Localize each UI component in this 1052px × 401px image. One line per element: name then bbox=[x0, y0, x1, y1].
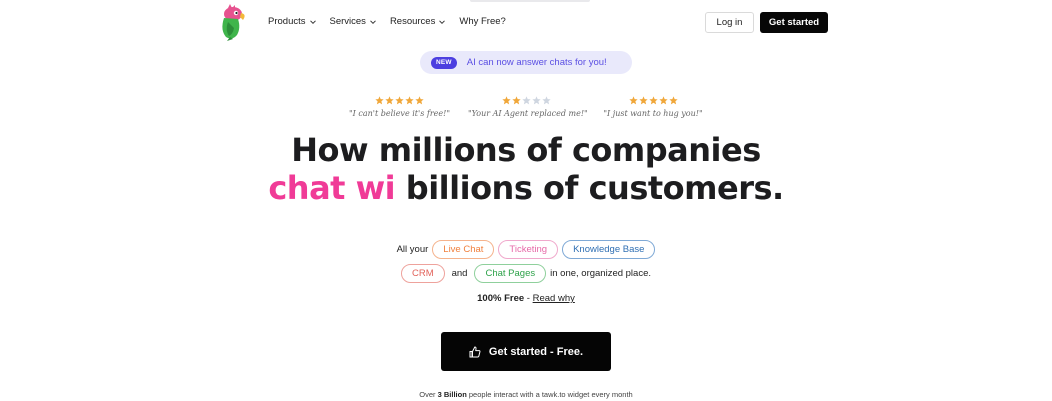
parrot-logo-icon[interactable] bbox=[216, 4, 248, 41]
menu-services[interactable]: Services bbox=[330, 16, 377, 27]
bottom-note-after: people interact with a tawk.to widget ev… bbox=[466, 390, 633, 399]
star-filled-icon bbox=[638, 96, 648, 105]
menu-why-free[interactable]: Why Free? bbox=[459, 16, 505, 27]
chip-live-chat[interactable]: Live Chat bbox=[432, 240, 495, 259]
star-filled-icon bbox=[395, 96, 404, 105]
new-badge: NEW bbox=[431, 56, 457, 69]
chip-chat-pages[interactable]: Chat Pages bbox=[474, 264, 547, 283]
features-prefix: All your bbox=[396, 244, 429, 255]
menu-products[interactable]: Products bbox=[268, 16, 317, 27]
menu-services-label: Services bbox=[329, 16, 366, 27]
free-label: 100% Free bbox=[477, 293, 525, 304]
star-filled-icon bbox=[628, 96, 638, 105]
review-3: "I just want to hug you!" bbox=[597, 96, 709, 118]
review-quote: "Your AI Agent replaced me!" bbox=[468, 109, 588, 118]
star-filled-icon bbox=[511, 96, 521, 105]
review-quote: "I just want to hug you!" bbox=[603, 109, 703, 118]
thumbs-up-icon bbox=[469, 346, 481, 357]
chevron-down-icon bbox=[309, 19, 316, 24]
read-why-link[interactable]: Read why bbox=[533, 293, 575, 304]
star-filled-icon bbox=[658, 96, 668, 105]
features-suffix: in one, organized place. bbox=[550, 268, 652, 279]
hero-heading-line-1: How millions of companies bbox=[291, 131, 761, 169]
chevron-down-icon bbox=[370, 19, 376, 24]
features-and: and bbox=[451, 268, 468, 279]
login-button[interactable]: Log in bbox=[705, 12, 754, 33]
review-quote: "I can't believe it's free!" bbox=[348, 109, 450, 118]
chip-knowledge-base[interactable]: Knowledge Base bbox=[562, 240, 656, 259]
features-row-2: CRM and Chat Pages in one, organized pla… bbox=[0, 264, 1052, 283]
star-rating bbox=[468, 96, 584, 106]
star-rating bbox=[342, 96, 457, 106]
menu-resources-label: Resources bbox=[389, 16, 436, 27]
review-1: "I can't believe it's free!" bbox=[342, 96, 457, 118]
star-filled-icon bbox=[501, 96, 511, 105]
bottom-note-before: Over bbox=[419, 390, 438, 399]
star-filled-icon bbox=[405, 96, 414, 105]
top-nav: Products Services Resources Why Free? Lo… bbox=[0, 0, 1052, 44]
chip-crm[interactable]: CRM bbox=[400, 264, 445, 283]
review-2: "Your AI Agent replaced me!" bbox=[468, 96, 588, 118]
announcement-pill[interactable]: NEW AI can now answer chats for you! bbox=[420, 51, 632, 74]
get-started-nav-button[interactable]: Get started bbox=[760, 12, 828, 33]
bottom-note-bold: 3 Billion bbox=[437, 390, 467, 399]
star-filled-icon bbox=[648, 96, 658, 105]
chevron-down-icon bbox=[439, 19, 446, 24]
chip-ticketing[interactable]: Ticketing bbox=[498, 240, 559, 259]
star-rating bbox=[597, 96, 709, 106]
free-separator: - bbox=[524, 293, 533, 304]
announcement-text: AI can now answer chats for you! bbox=[466, 57, 607, 68]
star-empty-icon bbox=[521, 96, 531, 105]
hero-heading-line-2: chat wi billions of customers. bbox=[0, 169, 1052, 207]
star-empty-icon bbox=[531, 96, 541, 105]
star-filled-icon bbox=[385, 96, 394, 105]
features-row-1: All your Live Chat Ticketing Knowledge B… bbox=[0, 240, 1052, 259]
star-filled-icon bbox=[415, 96, 424, 105]
star-empty-icon bbox=[541, 96, 551, 105]
star-filled-icon bbox=[668, 96, 678, 105]
hero-heading-rest: billions of customers. bbox=[395, 169, 784, 207]
menu-products-label: Products bbox=[268, 16, 306, 27]
star-filled-icon bbox=[375, 96, 384, 105]
menu-why-free-label: Why Free? bbox=[459, 16, 506, 27]
menu-resources[interactable]: Resources bbox=[390, 16, 446, 27]
main-menu: Products Services Resources Why Free? bbox=[268, 16, 506, 27]
hero-highlight-text: chat wi bbox=[268, 169, 396, 207]
free-line: 100% Free - Read why bbox=[0, 293, 1052, 304]
cta-label: Get started - Free. bbox=[488, 345, 584, 358]
get-started-free-button[interactable]: Get started - Free. bbox=[441, 332, 611, 371]
bottom-stat-note: Over 3 Billion people interact with a ta… bbox=[0, 390, 1052, 399]
